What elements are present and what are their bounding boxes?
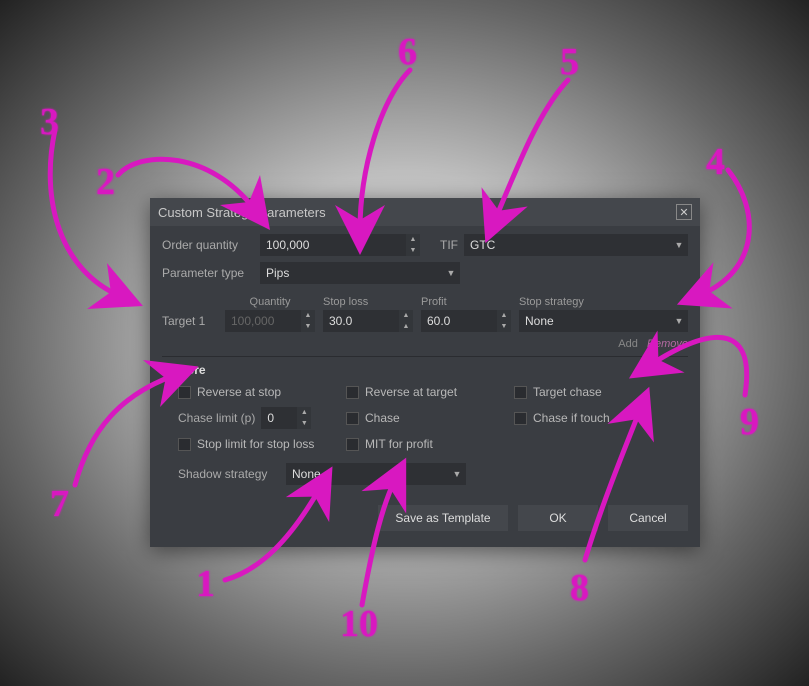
chase-label: Chase	[365, 411, 400, 425]
tif-select[interactable]: GTC ▼	[464, 234, 688, 256]
target-quantity-value: 100,000	[225, 310, 301, 332]
order-quantity-spinner[interactable]: 100,000 ▲ ▼	[260, 234, 420, 256]
annotation-4: 4	[706, 140, 725, 184]
mit-for-profit-checkbox[interactable]: MIT for profit	[346, 437, 506, 451]
target-quantity-spinner[interactable]: 100,000 ▲▼	[225, 310, 315, 332]
stop-limit-label: Stop limit for stop loss	[197, 437, 314, 451]
annotation-9: 9	[740, 400, 759, 444]
more-section: Reverse at stop Reverse at target Target…	[162, 385, 688, 459]
chase-if-touch-checkbox[interactable]: Chase if touch	[514, 407, 688, 429]
checkbox-icon	[346, 386, 359, 399]
chase-limit-value: 0	[261, 407, 297, 429]
chase-limit-label: Chase limit (p)	[178, 411, 255, 425]
chevron-down-icon[interactable]: ▼	[301, 321, 315, 332]
cancel-button[interactable]: Cancel	[608, 505, 688, 531]
annotation-8: 8	[570, 566, 589, 610]
parameter-type-select[interactable]: Pips ▼	[260, 262, 460, 284]
checkbox-icon	[178, 438, 191, 451]
chevron-up-icon[interactable]: ▲	[497, 310, 511, 321]
spinner-arrows[interactable]: ▲ ▼	[406, 234, 420, 256]
close-icon: ✕	[679, 206, 688, 219]
chase-limit-spinner[interactable]: 0 ▲▼	[261, 407, 311, 429]
reverse-at-target-label: Reverse at target	[365, 385, 457, 399]
col-quantity: Quantity	[225, 296, 315, 308]
chevron-up-icon[interactable]: ▲	[406, 234, 420, 245]
annotation-3: 3	[40, 100, 59, 144]
more-label: More	[177, 363, 206, 377]
annotation-10: 10	[340, 602, 378, 646]
chevron-down-icon[interactable]: ▼	[297, 418, 311, 429]
shadow-strategy-row: Shadow strategy None ▼	[162, 463, 688, 485]
target-stoploss-value: 30.0	[323, 310, 399, 332]
chevron-down-icon[interactable]: ▼	[448, 463, 466, 485]
chevron-down-icon[interactable]: ▼	[670, 234, 688, 256]
reverse-at-stop-label: Reverse at stop	[197, 385, 281, 399]
ok-button[interactable]: OK	[518, 505, 598, 531]
save-as-template-button[interactable]: Save as Template	[378, 505, 508, 531]
target-profit-spinner[interactable]: 60.0 ▲▼	[421, 310, 511, 332]
target-headers: Quantity Stop loss Profit Stop strategy	[162, 290, 688, 310]
chevron-up-icon[interactable]: ▲	[399, 310, 413, 321]
col-stop-loss: Stop loss	[323, 296, 413, 308]
chase-limit-field: Chase limit (p) 0 ▲▼	[178, 407, 338, 429]
button-bar: Save as Template OK Cancel	[162, 497, 688, 537]
strategy-parameters-dialog: Custom Strategy Parameters ✕ Order quant…	[150, 198, 700, 547]
checkbox-icon	[514, 412, 527, 425]
col-stop-strategy: Stop strategy	[519, 296, 688, 308]
chevron-down-icon[interactable]: ▼	[670, 310, 688, 332]
checkbox-icon	[346, 438, 359, 451]
chevron-down-icon[interactable]: ▼	[406, 245, 420, 256]
shadow-strategy-select[interactable]: None ▼	[286, 463, 466, 485]
checkbox-icon	[178, 386, 191, 399]
target-profit-value: 60.0	[421, 310, 497, 332]
reverse-at-stop-checkbox[interactable]: Reverse at stop	[178, 385, 338, 399]
annotation-6: 6	[398, 30, 417, 74]
stop-limit-for-stop-loss-checkbox[interactable]: Stop limit for stop loss	[178, 437, 338, 451]
parameter-type-value: Pips	[260, 262, 442, 284]
col-profit: Profit	[421, 296, 511, 308]
shadow-strategy-label: Shadow strategy	[178, 467, 278, 481]
triangle-down-icon: ▼	[162, 365, 171, 375]
target-label: Target 1	[162, 314, 217, 328]
add-target-link[interactable]: Add	[618, 338, 638, 350]
order-quantity-label: Order quantity	[162, 238, 254, 252]
tif-label: TIF	[440, 238, 458, 252]
annotation-5: 5	[560, 40, 579, 84]
chase-checkbox[interactable]: Chase	[346, 407, 506, 429]
chevron-up-icon[interactable]: ▲	[297, 407, 311, 418]
annotation-7: 7	[50, 482, 69, 526]
shadow-strategy-value: None	[286, 463, 448, 485]
annotation-1: 1	[196, 562, 215, 606]
chase-if-touch-label: Chase if touch	[533, 411, 610, 425]
target-chase-label: Target chase	[533, 385, 602, 399]
checkbox-icon	[346, 412, 359, 425]
dialog-title: Custom Strategy Parameters	[158, 205, 326, 220]
annotation-2: 2	[96, 160, 115, 204]
order-quantity-value: 100,000	[260, 234, 406, 256]
more-toggle[interactable]: ▼ More	[162, 356, 688, 385]
target-stoploss-spinner[interactable]: 30.0 ▲▲	[323, 310, 413, 332]
tif-value: GTC	[464, 234, 670, 256]
close-button[interactable]: ✕	[676, 204, 692, 220]
titlebar: Custom Strategy Parameters ✕	[150, 198, 700, 226]
remove-target-link[interactable]: Remove	[647, 338, 688, 350]
target-stop-strategy-value: None	[519, 310, 670, 332]
reverse-at-target-checkbox[interactable]: Reverse at target	[346, 385, 506, 399]
target-chase-checkbox[interactable]: Target chase	[514, 385, 688, 399]
chevron-down-icon[interactable]: ▲	[399, 321, 413, 332]
parameter-type-label: Parameter type	[162, 266, 254, 280]
checkbox-icon	[514, 386, 527, 399]
chevron-up-icon[interactable]: ▲	[301, 310, 315, 321]
add-remove-row: Add Remove	[162, 336, 688, 356]
dialog-body: Order quantity 100,000 ▲ ▼ TIF GTC ▼ Par…	[150, 226, 700, 547]
target-stop-strategy-select[interactable]: None ▼	[519, 310, 688, 332]
mit-for-profit-label: MIT for profit	[365, 437, 433, 451]
chevron-down-icon[interactable]: ▼	[442, 262, 460, 284]
chevron-down-icon[interactable]: ▼	[497, 321, 511, 332]
target-row: Target 1 100,000 ▲▼ 30.0 ▲▲ 60.0 ▲▼ None…	[162, 310, 688, 332]
